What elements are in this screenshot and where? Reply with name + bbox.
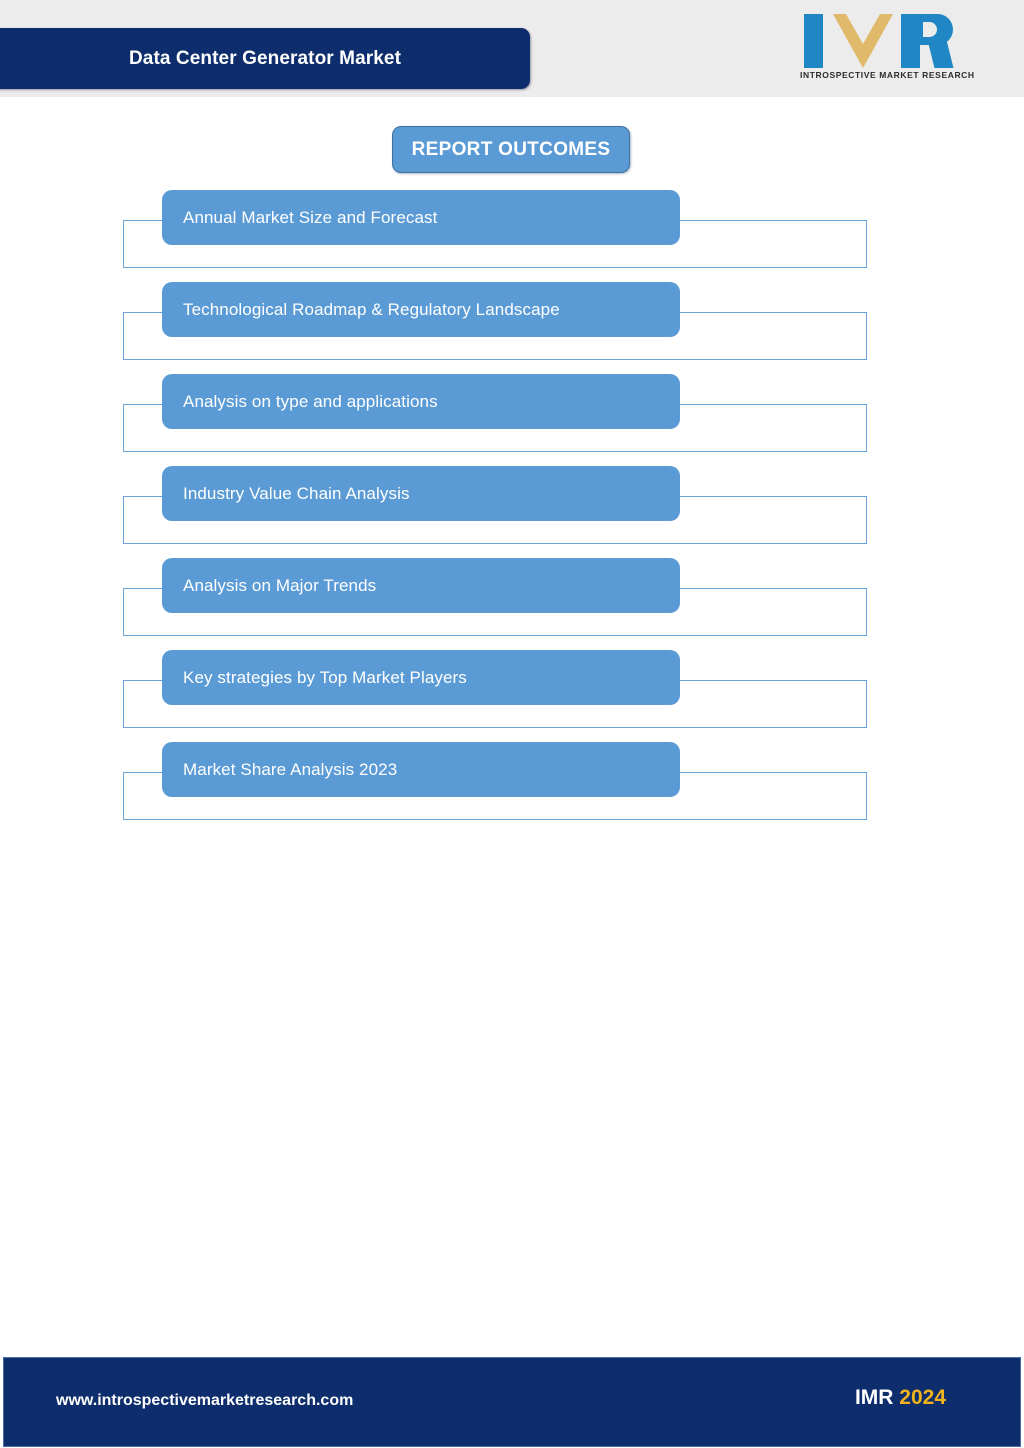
outcome-item[interactable]: Market Share Analysis 2023	[162, 742, 680, 797]
outcome-row: Analysis on type and applications	[0, 374, 1024, 466]
outcome-item[interactable]: Analysis on Major Trends	[162, 558, 680, 613]
outcome-item[interactable]: Analysis on type and applications	[162, 374, 680, 429]
outcome-item[interactable]: Industry Value Chain Analysis	[162, 466, 680, 521]
outcome-item-label: Key strategies by Top Market Players	[183, 667, 467, 687]
outcome-item-label: Analysis on type and applications	[183, 391, 438, 411]
footer-brand: IMR 2024	[855, 1386, 946, 1410]
outcome-item-label: Industry Value Chain Analysis	[183, 483, 410, 503]
outcome-row: Analysis on Major Trends	[0, 558, 1024, 650]
footer-brand-name: IMR	[854, 1386, 894, 1409]
outcome-row: Industry Value Chain Analysis	[0, 466, 1024, 558]
footer-website-url[interactable]: www.introspectivemarketresearch.com	[56, 1392, 353, 1410]
report-outcomes-list: Annual Market Size and Forecast Technolog…	[0, 0, 1024, 820]
outcome-row: Annual Market Size and Forecast	[0, 190, 1024, 282]
outcome-item-label: Technological Roadmap & Regulatory Lands…	[183, 299, 560, 319]
outcome-item[interactable]: Key strategies by Top Market Players	[162, 650, 680, 705]
outcome-item-label: Annual Market Size and Forecast	[183, 207, 438, 227]
outcome-item-label: Market Share Analysis 2023	[183, 759, 398, 779]
footer-year: 2024	[899, 1386, 946, 1409]
outcome-row: Market Share Analysis 2023	[0, 742, 1024, 834]
outcome-item[interactable]: Annual Market Size and Forecast	[162, 190, 680, 245]
outcome-row: Key strategies by Top Market Players	[0, 650, 1024, 742]
outcome-item-label: Analysis on Major Trends	[183, 575, 377, 595]
footer-bar: www.introspectivemarketresearch.com IMR …	[3, 1357, 1021, 1447]
outcome-row: Technological Roadmap & Regulatory Lands…	[0, 282, 1024, 374]
outcome-item[interactable]: Technological Roadmap & Regulatory Lands…	[162, 282, 680, 337]
